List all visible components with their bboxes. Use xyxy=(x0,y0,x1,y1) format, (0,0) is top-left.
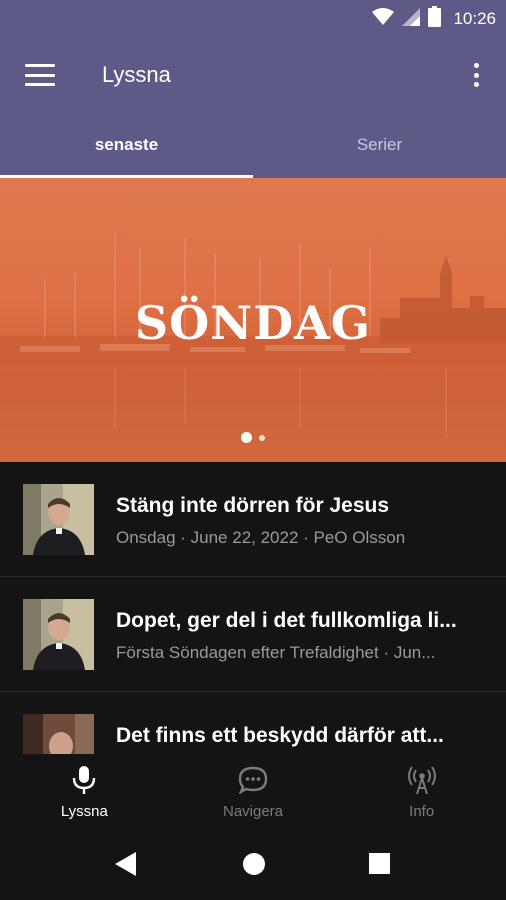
back-icon[interactable] xyxy=(115,852,137,881)
status-bar: 10:26 xyxy=(0,0,506,38)
episode-list: Stäng inte dörren för Jesus Onsdag · Jun… xyxy=(0,462,506,754)
antenna-icon xyxy=(407,766,437,799)
hero-banner[interactable]: SÖNDAG xyxy=(0,178,506,462)
home-icon[interactable] xyxy=(243,852,265,881)
microphone-icon xyxy=(72,766,96,799)
episode-subtitle: Första Söndagen efter Trefaldighet · Jun… xyxy=(116,643,436,662)
carousel-dot-active[interactable] xyxy=(241,432,252,443)
episode-title: Dopet, ger del i det fullkomliga li... xyxy=(116,609,457,632)
episode-thumbnail xyxy=(23,714,94,754)
wifi-icon xyxy=(372,7,395,31)
episode-subtitle: Onsdag · June 22, 2022 · PeO Olsson xyxy=(116,528,406,547)
app-bar: Lyssna xyxy=(0,38,506,112)
hamburger-menu-icon[interactable] xyxy=(22,60,58,90)
list-item[interactable]: Stäng inte dörren för Jesus Onsdag · Jun… xyxy=(0,462,506,577)
episode-title: Stäng inte dörren för Jesus xyxy=(116,494,390,517)
episode-title: Det finns ett beskydd därför att... xyxy=(116,724,444,747)
cell-signal-icon xyxy=(402,7,421,31)
list-item[interactable]: Dopet, ger del i det fullkomliga li... F… xyxy=(0,577,506,692)
clock: 10:26 xyxy=(453,9,496,28)
episode-thumbnail xyxy=(23,599,94,670)
episode-thumbnail xyxy=(23,484,94,555)
chat-bubble-icon xyxy=(238,766,268,799)
more-vert-icon[interactable] xyxy=(466,60,486,90)
hero-title: SÖNDAG xyxy=(134,296,372,350)
system-navigation-bar xyxy=(0,830,506,900)
bottom-navigation: Lyssna Navigera Info xyxy=(0,754,506,830)
nav-label: Info xyxy=(409,803,435,820)
tab-serier[interactable]: Serier xyxy=(253,112,506,178)
nav-label: Navigera xyxy=(222,803,284,820)
nav-label: Lyssna xyxy=(60,803,108,820)
battery-icon xyxy=(428,6,442,32)
nav-info[interactable]: Info xyxy=(337,754,506,830)
app-title: Lyssna xyxy=(102,62,171,87)
recents-icon[interactable] xyxy=(369,852,391,881)
tab-senaste[interactable]: senaste xyxy=(0,112,253,178)
status-icons: 10:26 xyxy=(372,6,496,32)
list-item[interactable]: Det finns ett beskydd därför att... xyxy=(0,692,506,754)
carousel-indicator xyxy=(0,432,506,443)
nav-lyssna[interactable]: Lyssna xyxy=(0,754,169,830)
carousel-dot[interactable] xyxy=(259,434,265,441)
tab-bar: senaste Serier xyxy=(0,112,506,178)
nav-navigera[interactable]: Navigera xyxy=(169,754,338,830)
